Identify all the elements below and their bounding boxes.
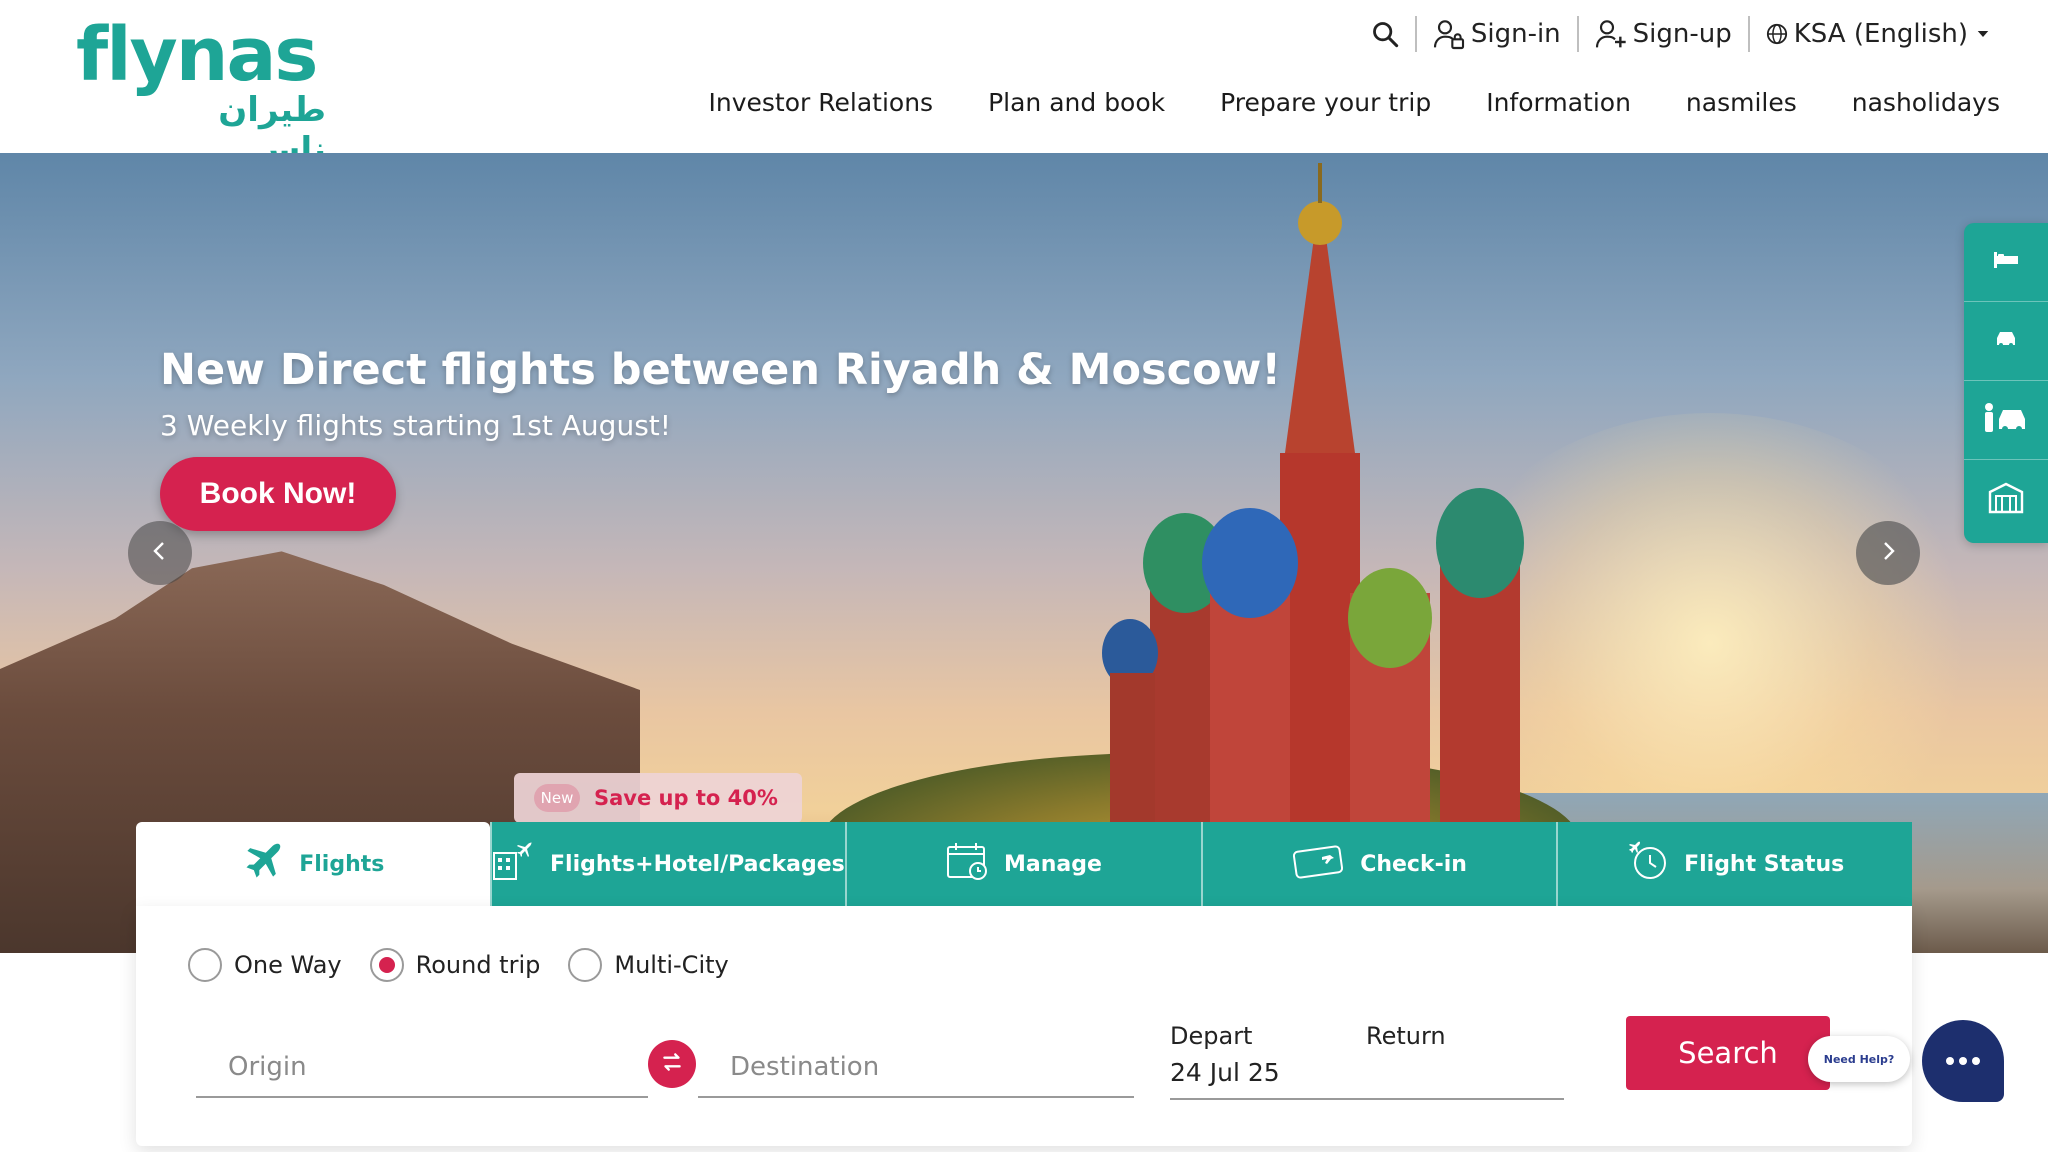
caret-down-icon	[1974, 25, 1992, 43]
chat-dot	[1972, 1057, 1980, 1065]
side-quick-links	[1964, 223, 2048, 543]
rail-lounge-button[interactable]	[1964, 460, 2048, 539]
depart-date-value: 24 Jul 25	[1170, 1058, 1280, 1087]
locale-label: KSA (English)	[1793, 19, 1968, 49]
radio-circle	[369, 948, 404, 982]
signin-link[interactable]: Sign-in	[1417, 18, 1577, 50]
site-header: flynas طيران ناس Sign-in Sign-up KSA (En…	[0, 0, 2048, 170]
nav-nasmiles[interactable]: nasmiles	[1686, 88, 1797, 117]
tab-flights[interactable]: Flights	[136, 822, 490, 906]
chevron-left-icon	[148, 539, 172, 567]
round-trip-radio[interactable]: Round trip	[369, 948, 541, 982]
globe-icon	[1766, 23, 1788, 45]
book-now-button[interactable]: Book Now!	[160, 457, 396, 531]
new-badge: New	[534, 784, 580, 812]
rail-car-rental-button[interactable]	[1964, 302, 2048, 381]
booking-tabs: Flights Flights+Hotel/Packages Manage Ch…	[136, 822, 1912, 906]
depart-label: Depart	[1170, 1022, 1253, 1050]
flight-status-icon	[1626, 839, 1670, 889]
user-lock-icon	[1433, 18, 1465, 50]
tab-flights-hotel-packages[interactable]: Flights+Hotel/Packages	[489, 822, 846, 906]
search-button[interactable]	[1355, 20, 1415, 48]
building-icon	[1988, 482, 2024, 518]
nav-prepare-your-trip[interactable]: Prepare your trip	[1220, 88, 1431, 117]
rail-hotels-button[interactable]	[1964, 223, 2048, 302]
nav-plan-and-book[interactable]: Plan and book	[988, 88, 1165, 117]
nav-information[interactable]: Information	[1486, 88, 1631, 117]
multi-city-radio[interactable]: Multi-City	[568, 948, 729, 982]
chat-button[interactable]	[1922, 1020, 2004, 1102]
one-way-label: One Way	[234, 951, 342, 979]
search-icon	[1371, 20, 1399, 48]
user-plus-icon	[1595, 18, 1627, 50]
locale-selector[interactable]: KSA (English)	[1750, 19, 2008, 49]
promo-text: Save up to 40%	[594, 786, 778, 810]
round-trip-label: Round trip	[415, 951, 541, 979]
radio-circle	[568, 948, 603, 982]
plane-icon	[241, 839, 285, 889]
carousel-next-button[interactable]	[1856, 521, 1920, 585]
tab-packages-label: Flights+Hotel/Packages	[550, 851, 845, 877]
promo-pill[interactable]: New Save up to 40%	[514, 773, 802, 823]
tab-check-in[interactable]: Check-in	[1200, 822, 1557, 906]
nav-nasholidays[interactable]: nasholidays	[1852, 88, 2000, 117]
hotel-plane-icon	[492, 841, 536, 887]
trip-type-group: One Way Round trip Multi-City	[188, 948, 729, 982]
tab-flight-status[interactable]: Flight Status	[1556, 822, 1912, 906]
hero-title: New Direct flights between Riyadh & Mosc…	[160, 345, 1281, 395]
signup-label: Sign-up	[1632, 19, 1732, 49]
origin-field	[196, 1038, 648, 1098]
search-flights-button[interactable]: Search	[1626, 1016, 1830, 1090]
tab-manage[interactable]: Manage	[845, 822, 1201, 906]
calendar-icon	[946, 841, 990, 887]
utility-nav: Sign-in Sign-up KSA (English)	[1355, 14, 2008, 54]
logo-wordmark: flynas	[76, 12, 318, 98]
radio-circle	[188, 948, 222, 982]
main-nav: Investor Relations Plan and book Prepare…	[709, 88, 2000, 117]
person-car-icon	[1981, 401, 2031, 439]
swap-arrows-icon	[659, 1049, 685, 1079]
multi-city-label: Multi-City	[614, 951, 729, 979]
tab-flight-status-label: Flight Status	[1684, 851, 1845, 877]
ticket-icon	[1292, 843, 1346, 885]
flight-search-form: One Way Round trip Multi-City Depart Ret…	[136, 906, 1912, 1146]
tab-checkin-label: Check-in	[1360, 851, 1467, 877]
carousel-prev-button[interactable]	[128, 521, 192, 585]
chevron-right-icon	[1876, 539, 1900, 567]
one-way-radio[interactable]: One Way	[188, 948, 342, 982]
need-help-tooltip[interactable]: Need Help?	[1808, 1036, 1910, 1082]
tab-manage-label: Manage	[1004, 851, 1102, 877]
signup-link[interactable]: Sign-up	[1579, 18, 1748, 50]
rail-transfers-button[interactable]	[1964, 381, 2048, 460]
nav-investor-relations[interactable]: Investor Relations	[709, 88, 934, 117]
hero-subtitle: 3 Weekly flights starting 1st August!	[160, 409, 671, 442]
return-label: Return	[1366, 1022, 1446, 1050]
car-icon	[1993, 329, 2019, 353]
destination-input[interactable]	[698, 1038, 1134, 1096]
chat-dot	[1959, 1057, 1967, 1065]
flynas-logo[interactable]: flynas طيران ناس	[76, 12, 326, 170]
signin-label: Sign-in	[1470, 19, 1561, 49]
swap-airports-button[interactable]	[648, 1040, 696, 1088]
tab-flights-label: Flights	[299, 851, 385, 877]
date-picker-field[interactable]: Depart Return 24 Jul 25	[1170, 1014, 1564, 1100]
destination-field	[698, 1038, 1134, 1098]
origin-input[interactable]	[196, 1038, 648, 1096]
hotel-bed-icon	[1992, 250, 2020, 274]
chat-dot	[1946, 1057, 1954, 1065]
